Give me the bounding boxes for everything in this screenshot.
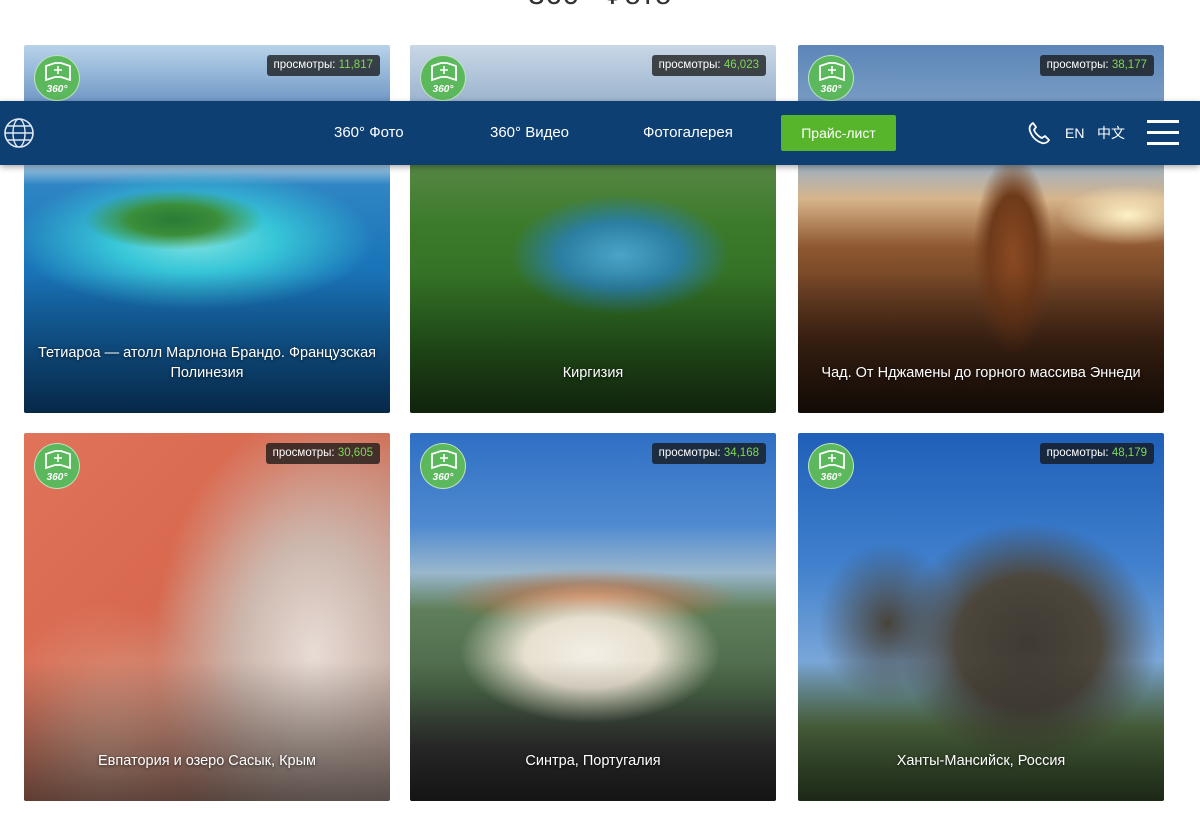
views-count: 30,605 (337, 447, 373, 459)
panorama-360-badge: 360° (34, 55, 80, 101)
panorama-360-badge: 360° (808, 443, 854, 489)
panorama-360-badge: 360° (808, 55, 854, 101)
views-count: 46,023 (723, 59, 759, 71)
menu-line (1147, 131, 1179, 134)
views-count: 48,179 (1111, 447, 1147, 459)
panorama-360-badge: 360° (34, 443, 80, 489)
page-heading: 360° Фото (0, 0, 1200, 12)
views-label: просмотры: (658, 447, 721, 459)
card-caption: Синтра, Португалия (525, 753, 661, 769)
card-caption: Тетиароа — атолл Марлона Брандо. Француз… (37, 345, 377, 381)
panorama-360-icon (431, 62, 457, 82)
lang-en-link[interactable]: EN (1065, 101, 1084, 165)
views-count: 11,817 (338, 59, 373, 71)
badge-360-label: 360° (46, 84, 68, 95)
hamburger-menu-icon[interactable] (1147, 120, 1179, 146)
panorama-360-icon (819, 450, 845, 470)
panorama-360-icon (819, 62, 845, 82)
nav-link-360-video[interactable]: 360° Видео (490, 101, 569, 165)
photo-card-khanty-mansiysk[interactable]: 360° просмотры: 48,179 Ханты-Мансийск, Р… (798, 433, 1164, 801)
panorama-360-icon (431, 450, 457, 470)
main-navbar: 360° Фото 360° Видео Фотогалерея Прайс-л… (0, 101, 1200, 165)
card-shade (410, 273, 776, 413)
globe-icon[interactable] (3, 117, 35, 149)
photo-card-sintra[interactable]: 360° просмотры: 34,168 Синтра, Португали… (410, 433, 776, 801)
views-label: просмотры: (272, 447, 335, 459)
card-caption: Киргизия (562, 365, 624, 381)
card-caption: Ханты-Мансийск, Россия (896, 753, 1066, 769)
card-shade (798, 661, 1164, 801)
views-counter: просмотры: 34,168 (651, 443, 766, 464)
menu-line (1147, 120, 1179, 123)
views-counter: просмотры: 46,023 (651, 55, 766, 76)
views-label: просмотры: (273, 59, 336, 71)
badge-360-label: 360° (432, 84, 454, 95)
views-counter: просмотры: 11,817 (266, 55, 380, 76)
views-counter: просмотры: 38,177 (1039, 55, 1154, 76)
badge-360-label: 360° (46, 472, 68, 483)
views-label: просмотры: (1046, 59, 1109, 71)
card-shade (24, 661, 390, 801)
panorama-360-badge: 360° (420, 443, 466, 489)
price-list-button[interactable]: Прайс-лист (781, 115, 896, 151)
nav-link-photogallery[interactable]: Фотогалерея (643, 101, 733, 165)
badge-360-label: 360° (432, 472, 454, 483)
photo-card-evpatoria[interactable]: 360° просмотры: 30,605 Евпатория и озеро… (24, 433, 390, 801)
views-counter: просмотры: 30,605 (265, 443, 380, 464)
views-label: просмотры: (1046, 447, 1109, 459)
menu-line (1147, 142, 1179, 145)
phone-icon[interactable] (1026, 120, 1052, 146)
views-count: 38,177 (1111, 59, 1147, 71)
badge-360-label: 360° (820, 84, 842, 95)
card-shade (410, 661, 776, 801)
panorama-360-icon (45, 450, 71, 470)
views-count: 34,168 (723, 447, 759, 459)
lang-zh-link[interactable]: 中文 (1097, 101, 1125, 165)
panorama-360-badge: 360° (420, 55, 466, 101)
card-shade (798, 273, 1164, 413)
views-label: просмотры: (658, 59, 721, 71)
badge-360-label: 360° (820, 472, 842, 483)
nav-link-360-photo[interactable]: 360° Фото (334, 101, 404, 165)
card-caption: Евпатория и озеро Сасык, Крым (98, 753, 316, 769)
card-caption: Чад. От Нджамены до горного массива Энне… (821, 365, 1141, 381)
views-counter: просмотры: 48,179 (1039, 443, 1154, 464)
panorama-360-icon (45, 62, 71, 82)
